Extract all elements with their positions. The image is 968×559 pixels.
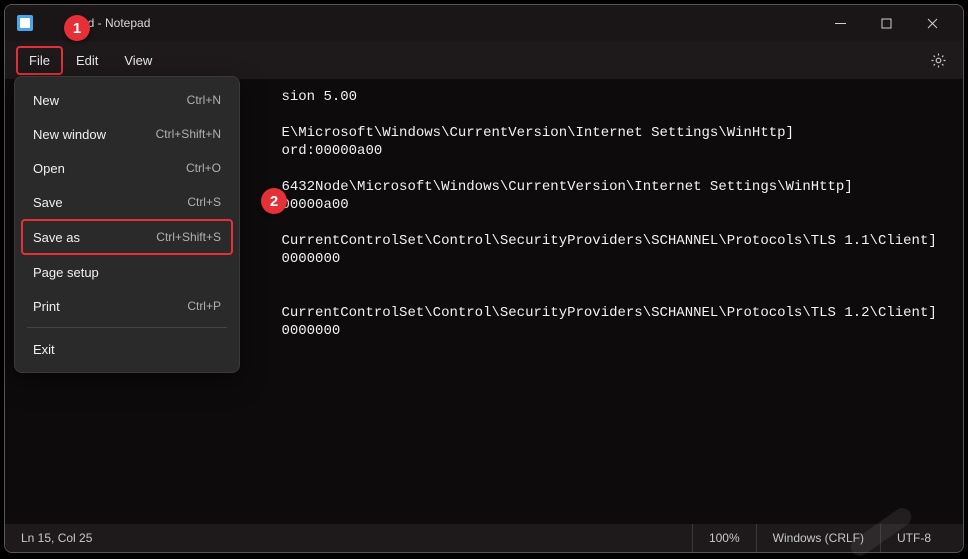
menu-label: New — [33, 93, 59, 108]
menu-shortcut: Ctrl+S — [187, 195, 221, 209]
menu-shortcut: Ctrl+Shift+N — [156, 127, 221, 141]
menu-label: Save — [33, 195, 63, 210]
status-zoom[interactable]: 100% — [692, 524, 756, 552]
menu-label: Print — [33, 299, 60, 314]
gear-icon — [930, 52, 947, 69]
menu-item-new[interactable]: New Ctrl+N — [21, 83, 233, 117]
menu-file[interactable]: File — [16, 46, 63, 75]
settings-button[interactable] — [919, 41, 957, 79]
menu-label: Exit — [33, 342, 55, 357]
menu-item-print[interactable]: Print Ctrl+P — [21, 289, 233, 323]
menu-item-save[interactable]: Save Ctrl+S — [21, 185, 233, 219]
status-cursor-position: Ln 15, Col 25 — [21, 524, 108, 552]
menu-item-open[interactable]: Open Ctrl+O — [21, 151, 233, 185]
status-line-ending: Windows (CRLF) — [756, 524, 880, 552]
title-bar[interactable]: ed - Notepad — [5, 5, 963, 41]
menu-shortcut: Ctrl+N — [187, 93, 221, 107]
menu-label: New window — [33, 127, 106, 142]
annotation-badge-1: 1 — [64, 15, 90, 41]
minimize-button[interactable] — [817, 5, 863, 41]
menu-bar: File Edit View — [5, 41, 963, 79]
menu-shortcut: Ctrl+Shift+S — [156, 230, 221, 244]
menu-edit[interactable]: Edit — [63, 46, 111, 75]
app-icon — [17, 15, 33, 31]
menu-label: Open — [33, 161, 65, 176]
menu-item-page-setup[interactable]: Page setup — [21, 255, 233, 289]
close-button[interactable] — [909, 5, 955, 41]
menu-shortcut: Ctrl+P — [187, 299, 221, 313]
menu-item-exit[interactable]: Exit — [21, 332, 233, 366]
window-title: ed - Notepad — [81, 16, 150, 30]
menu-separator — [27, 327, 227, 328]
menu-item-save-as[interactable]: Save as Ctrl+Shift+S — [21, 219, 233, 255]
status-bar: Ln 15, Col 25 100% Windows (CRLF) UTF-8 — [5, 524, 963, 552]
annotation-badge-2: 2 — [261, 188, 287, 214]
maximize-button[interactable] — [863, 5, 909, 41]
status-encoding: UTF-8 — [880, 524, 947, 552]
menu-view[interactable]: View — [111, 46, 165, 75]
menu-shortcut: Ctrl+O — [186, 161, 221, 175]
file-menu-dropdown: New Ctrl+N New window Ctrl+Shift+N Open … — [14, 76, 240, 373]
menu-label: Page setup — [33, 265, 99, 280]
menu-item-new-window[interactable]: New window Ctrl+Shift+N — [21, 117, 233, 151]
menu-label: Save as — [33, 230, 80, 245]
